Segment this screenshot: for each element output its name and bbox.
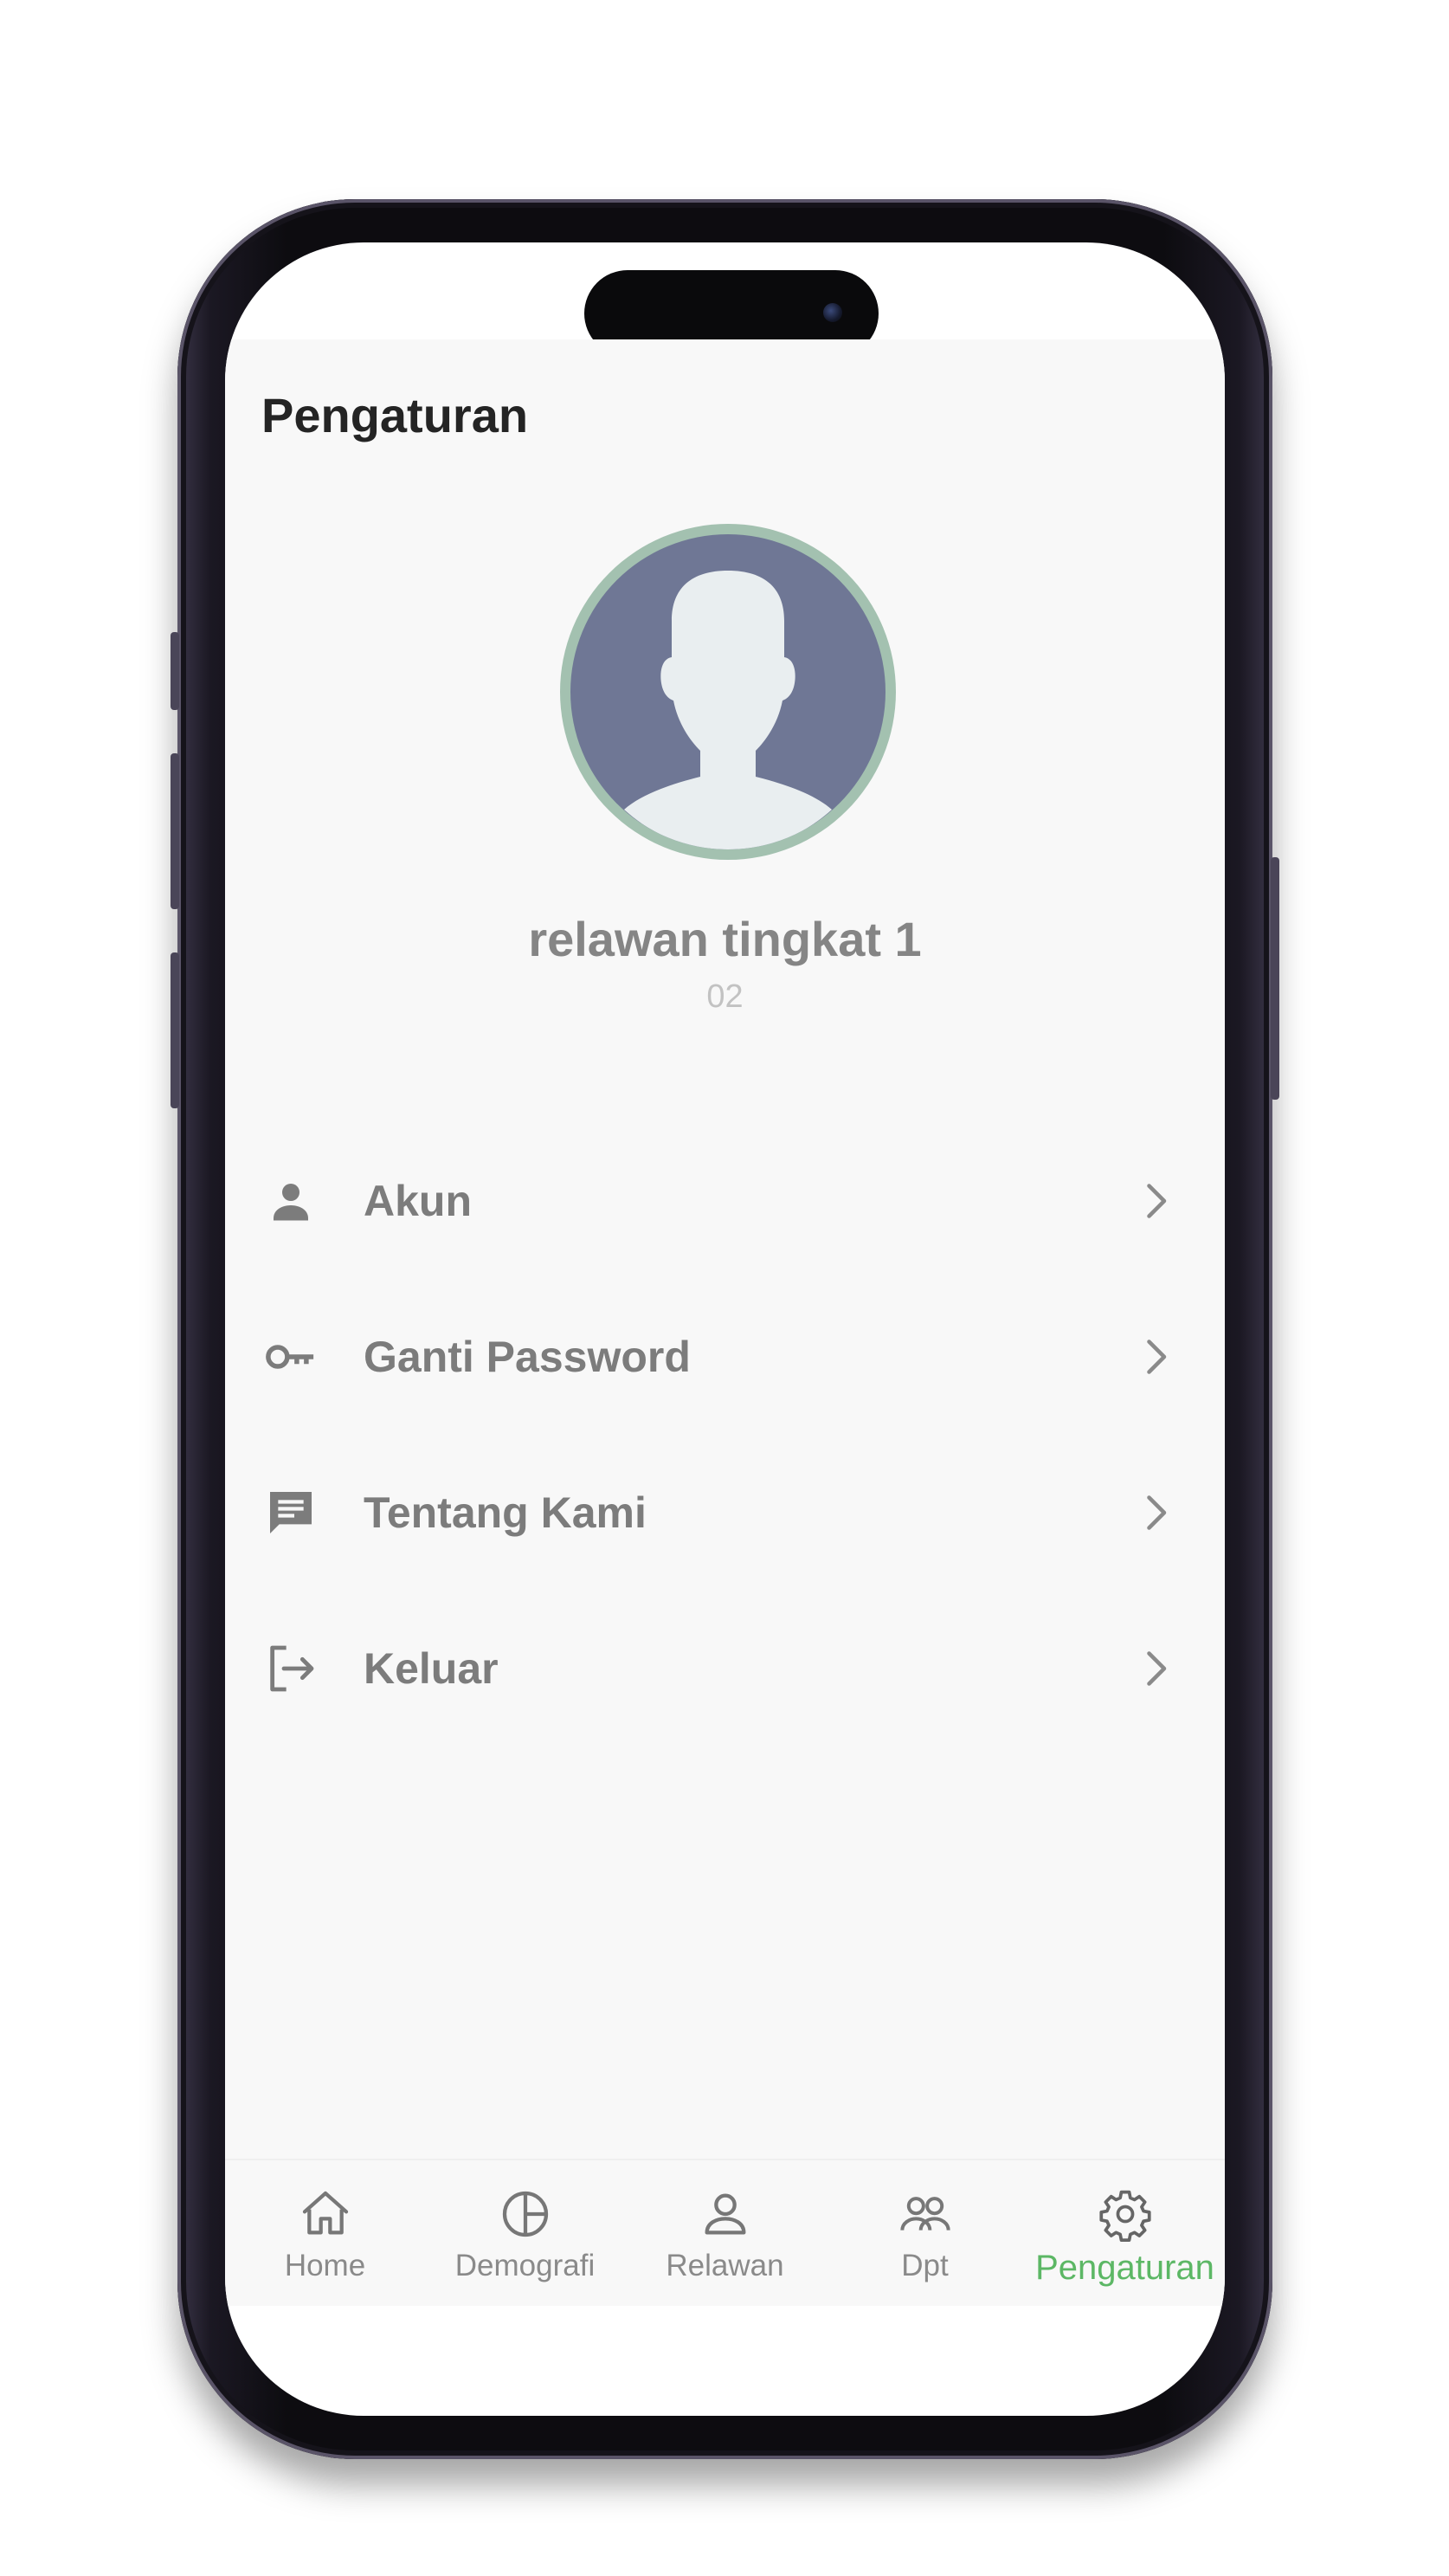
nav-label: Home — [284, 2249, 366, 2282]
menu-item-keluar[interactable]: Keluar — [225, 1591, 1225, 1746]
nav-label: Dpt — [901, 2249, 949, 2282]
chevron-right-icon — [1147, 1340, 1167, 1374]
settings-page: Pengaturan relawan tingkat 1 02 Akun Gan… — [225, 339, 1225, 2262]
phone-frame: Pengaturan relawan tingkat 1 02 Akun Gan… — [171, 199, 1279, 2459]
avatar[interactable] — [560, 524, 896, 860]
nav-item-pengaturan[interactable]: Pengaturan — [1025, 2160, 1225, 2306]
chevron-right-icon — [1147, 1184, 1167, 1218]
users-icon — [899, 2197, 950, 2231]
action-button — [171, 632, 179, 710]
volume-up-button — [171, 753, 179, 909]
bottom-navigation: Home Demografi Relawan Dpt Pengaturan — [225, 2159, 1225, 2306]
menu-item-akun[interactable]: Akun — [225, 1123, 1225, 1279]
page-title: Pengaturan — [261, 388, 529, 442]
profile-name: relawan tingkat 1 — [528, 912, 922, 966]
user-icon — [705, 2193, 745, 2235]
nav-label: Relawan — [666, 2249, 784, 2282]
phone-screen: Pengaturan relawan tingkat 1 02 Akun Gan… — [225, 242, 1225, 2416]
avatar-image — [570, 534, 886, 849]
nav-item-demografi[interactable]: Demografi — [425, 2160, 625, 2306]
nav-label: Pengaturan — [1035, 2249, 1214, 2287]
menu-item-label: Ganti Password — [364, 1333, 691, 1381]
nav-label: Demografi — [454, 2249, 596, 2282]
power-button — [1271, 857, 1279, 1100]
nav-item-relawan[interactable]: Relawan — [625, 2160, 825, 2306]
key-icon — [261, 1327, 320, 1386]
logout-icon — [261, 1639, 320, 1698]
user-silhouette-icon — [624, 571, 832, 849]
pie-chart-icon — [502, 2191, 548, 2237]
settings-menu: Akun Ganti Password Tentang Kami Keluar — [225, 1123, 1225, 1746]
message-icon — [261, 1483, 320, 1542]
nav-item-home[interactable]: Home — [225, 2160, 425, 2306]
chevron-right-icon — [1147, 1651, 1167, 1686]
gear-icon — [1098, 2190, 1151, 2242]
menu-item-label: Tentang Kami — [364, 1488, 647, 1537]
menu-item-label: Keluar — [364, 1644, 499, 1693]
menu-item-tentang-kami[interactable]: Tentang Kami — [225, 1435, 1225, 1591]
chevron-right-icon — [1147, 1495, 1167, 1530]
camera-icon — [823, 303, 842, 322]
menu-item-ganti-password[interactable]: Ganti Password — [225, 1279, 1225, 1435]
home-icon — [302, 2191, 348, 2235]
person-icon — [261, 1172, 320, 1230]
profile-subtitle: 02 — [706, 978, 744, 1015]
menu-item-label: Akun — [364, 1177, 472, 1225]
volume-down-button — [171, 952, 179, 1108]
nav-item-dpt[interactable]: Dpt — [825, 2160, 1025, 2306]
